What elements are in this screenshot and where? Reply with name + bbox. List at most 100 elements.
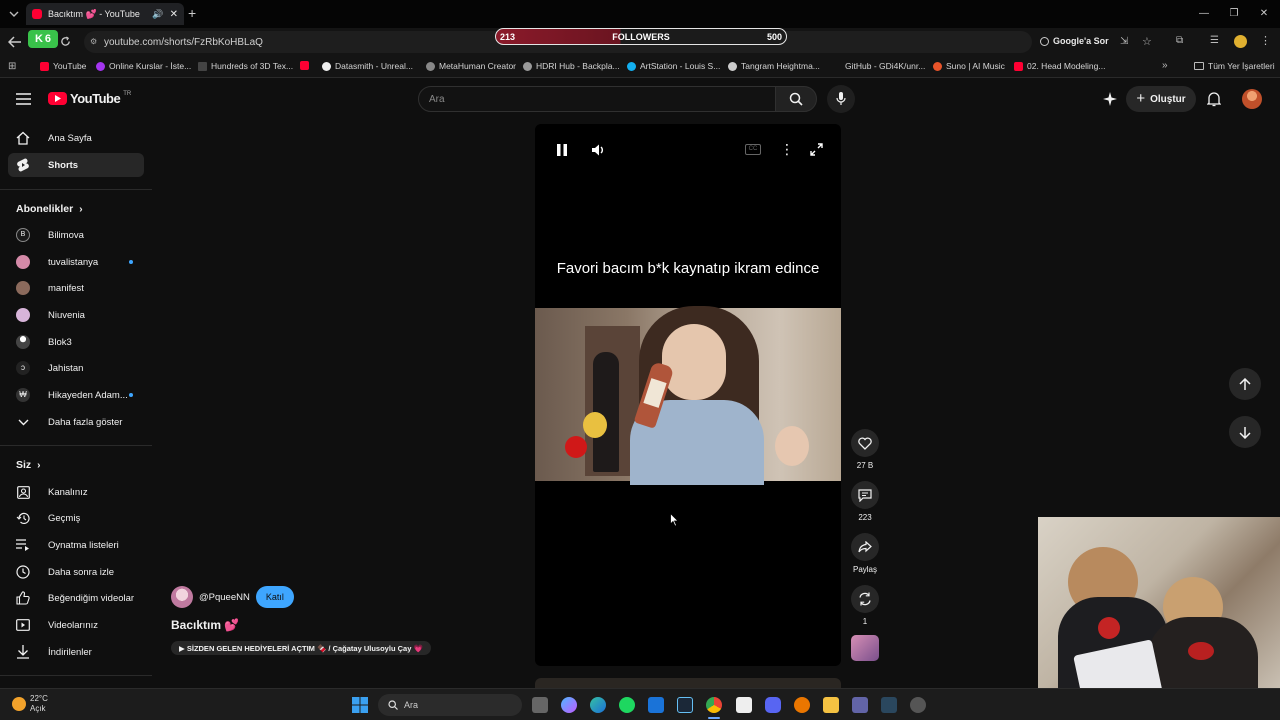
sidebar-item-subscription[interactable]: B Bilimova [8, 223, 144, 247]
search-button[interactable] [775, 86, 817, 112]
hamburger-menu-icon[interactable] [16, 93, 31, 105]
sidebar-item-shorts[interactable]: Shorts [8, 153, 144, 177]
bookmark-item[interactable]: 02. Head Modeling... [1014, 61, 1105, 71]
install-icon[interactable]: ⇲ [1120, 36, 1128, 47]
voice-search-button[interactable] [827, 85, 855, 113]
bookmark-item[interactable]: MetaHuman Creator [426, 61, 516, 71]
ai-sparkle-icon[interactable] [1103, 92, 1117, 106]
spotify-icon[interactable] [619, 697, 635, 713]
file-explorer-icon[interactable] [823, 697, 839, 713]
comment-action[interactable]: 223 [850, 481, 880, 522]
channel-avatar[interactable] [171, 586, 193, 608]
google-ask-button[interactable]: Google'a Sor [1040, 36, 1109, 46]
app-icon[interactable] [910, 697, 926, 713]
bookmark-item[interactable]: Online Kurslar - İste... [96, 61, 191, 71]
fullscreen-icon[interactable] [810, 143, 823, 156]
taskbar-search[interactable]: Ara [378, 694, 522, 716]
profile-avatar[interactable] [1234, 35, 1247, 48]
restore-icon[interactable]: ❐ [1226, 6, 1242, 22]
sidebar-item-subscription[interactable]: tuvalistanya [8, 250, 144, 274]
task-view-icon[interactable] [532, 697, 548, 713]
steam-alt-icon[interactable] [881, 697, 897, 713]
browser-menu-icon[interactable]: ⋮ [1260, 34, 1271, 47]
sidebar-item-subscription[interactable]: manifest [8, 276, 144, 300]
like-action[interactable]: 27 B [850, 429, 880, 470]
account-avatar[interactable] [1242, 89, 1262, 109]
bookmark-label: HDRI Hub - Backpla... [536, 61, 620, 71]
all-bookmarks-button[interactable]: Tüm Yer İşaretleri [1194, 61, 1275, 71]
copilot-icon[interactable] [561, 697, 577, 713]
new-tab-button[interactable]: + [188, 6, 196, 20]
notifications-bell-icon[interactable] [1207, 91, 1221, 107]
bookmark-item[interactable]: Tangram Heightma... [728, 61, 820, 71]
minimize-icon[interactable]: — [1196, 6, 1212, 22]
bookmark-item[interactable]: Suno | AI Music [933, 61, 1005, 71]
tab-search-icon[interactable] [8, 8, 20, 20]
tab-audio-icon[interactable]: 🔊 [152, 9, 163, 20]
create-button[interactable]: + Oluştur [1126, 86, 1196, 112]
reload-icon[interactable] [60, 36, 71, 47]
outlook-icon[interactable] [648, 697, 664, 713]
reading-list-icon[interactable]: ☰ [1210, 35, 1219, 46]
apps-grid-icon[interactable]: ⊞ [8, 61, 16, 72]
start-windows-icon[interactable] [352, 697, 368, 713]
more-options-icon[interactable]: ⋮ [780, 141, 794, 158]
browser-tab-active[interactable]: Bacıktım 💕 - YouTube 🔊 ✕ [26, 3, 184, 25]
remix-action[interactable]: 1 [850, 585, 880, 626]
site-info-icon[interactable]: ⚙ [90, 37, 97, 46]
sidebar-item-playlists[interactable]: Oynatma listeleri [8, 533, 144, 557]
capcut-icon[interactable] [736, 697, 752, 713]
you-header[interactable]: Siz › [16, 459, 41, 471]
music-chip[interactable]: ▶ SİZDEN GELEN HEDİYELERİ AÇTIM 🍫 / Çağa… [171, 641, 431, 655]
bookmark-star-icon[interactable]: ☆ [1142, 35, 1152, 48]
sidebar-item-channel[interactable]: Kanalınız [8, 480, 144, 504]
volume-icon[interactable] [591, 143, 605, 157]
bookmark-item[interactable]: HDRI Hub - Backpla... [523, 61, 620, 71]
previous-short-button[interactable] [1229, 368, 1261, 400]
bookmark-item[interactable]: ArtStation - Louis S... [627, 61, 720, 71]
sidebar-item-subscription[interactable]: Niuvenia [8, 303, 144, 327]
bookmark-item[interactable]: Datasmith - Unreal... [322, 61, 413, 71]
blender-icon[interactable] [794, 697, 810, 713]
channel-handle[interactable]: @PqueeNN [199, 592, 250, 603]
tab-close-icon[interactable]: ✕ [170, 9, 178, 20]
youtube-icon [300, 61, 309, 70]
sidebar-item-home[interactable]: Ana Sayfa [8, 126, 144, 150]
audio-thumbnail[interactable] [851, 635, 879, 661]
more-bookmarks-icon[interactable]: » [1162, 60, 1168, 71]
subscriptions-header[interactable]: Abonelikler › [16, 203, 83, 215]
hdri-icon [523, 61, 532, 71]
edge-icon[interactable] [590, 697, 606, 713]
sidebar-item-your-videos[interactable]: Videolarınız [8, 613, 144, 637]
captions-icon[interactable]: CC [745, 144, 761, 155]
shorts-player[interactable]: CC ⋮ Favori bacım b*k kaynatıp ikram edi… [535, 124, 841, 666]
join-button[interactable]: Katıl [255, 586, 294, 608]
bookmark-item[interactable]: Hundreds of 3D Tex... [198, 61, 293, 71]
sidebar-item-subscription[interactable]: Blok3 [8, 330, 144, 354]
sidebar-item-subscription[interactable]: ɔ Jahistan [8, 356, 144, 380]
bookmark-item[interactable] [300, 61, 309, 70]
sidebar-item-subscription[interactable]: ₩ Hikayeden Adam... [8, 383, 144, 407]
back-arrow-icon[interactable] [8, 36, 22, 48]
chrome-icon[interactable] [706, 697, 722, 713]
search-input[interactable]: Ara [418, 86, 776, 112]
bookmark-item[interactable]: GitHub - GDi4K/unr... [845, 61, 925, 71]
extensions-icon[interactable]: ⧉ [1176, 35, 1183, 46]
share-action[interactable]: Paylaş [850, 533, 880, 574]
video-frame[interactable] [535, 306, 841, 485]
sidebar-item-history[interactable]: Geçmiş [8, 506, 144, 530]
discord-icon[interactable] [765, 697, 781, 713]
close-window-icon[interactable]: ✕ [1256, 6, 1272, 22]
next-short-button[interactable] [1229, 416, 1261, 448]
teams-icon[interactable] [852, 697, 868, 713]
extension-badge[interactable]: K6 [28, 30, 58, 48]
sidebar-item-downloads[interactable]: İndirilenler [8, 640, 144, 664]
sidebar-item-liked[interactable]: Beğendiğim videolar [8, 586, 144, 610]
weather-widget[interactable]: 22°C Açık [12, 694, 48, 714]
steam-icon[interactable] [677, 697, 693, 713]
bookmark-item[interactable]: YouTube [40, 61, 86, 71]
sidebar-item-watch-later[interactable]: Daha sonra izle [8, 560, 144, 584]
pause-icon[interactable] [557, 144, 567, 156]
youtube-logo[interactable]: YouTube TR [48, 91, 131, 106]
show-more-button[interactable]: Daha fazla göster [8, 410, 144, 434]
